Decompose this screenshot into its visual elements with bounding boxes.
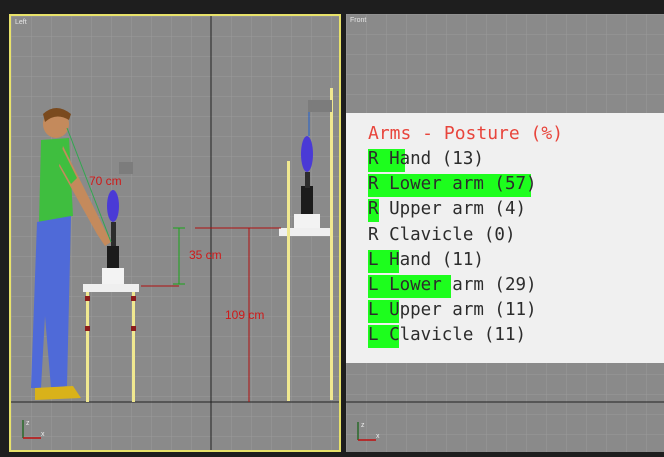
posture-label: L Hand (11) [368,249,484,270]
reach-measurement: 70 cm [89,174,122,188]
svg-text:x: x [376,433,380,440]
posture-label: R Clavicle (0) [368,224,516,245]
posture-label: L Upper arm (11) [368,300,537,321]
posture-row: L Clavicle (11) [368,324,527,349]
height-difference-measurement: 35 cm [189,248,222,262]
dimension-lines [141,227,281,402]
posture-label: R Hand (13) [368,149,484,169]
panel-title: Arms - Posture (%) [368,123,564,144]
svg-text:x: x [41,431,45,438]
svg-text:z: z [361,422,365,429]
axis-gizmo-icon: z x [22,420,45,439]
posture-label: R Lower arm (57) [368,174,537,195]
svg-text:z: z [26,420,30,427]
arms-posture-panel: Arms - Posture (%) R Hand (13) R Lower ar… [346,113,664,363]
posture-row: R Clavicle (0) [368,224,516,246]
axis-gizmo-icon: z x [357,422,380,441]
posture-row: R Hand (13) [368,148,484,172]
posture-label: L Lower arm (29) [368,275,537,295]
posture-row: L Hand (11) [368,249,484,273]
posture-label: R Upper arm (4) [368,199,527,220]
posture-row: L Lower arm (29) [368,274,537,298]
table-height-measurement: 109 cm [225,308,265,322]
posture-label: L Clavicle (11) [368,325,527,346]
posture-row: R Upper arm (4) [368,198,527,223]
posture-row: R Lower arm (57) [368,173,537,198]
posture-row: L Upper arm (11) [368,299,537,324]
left-viewport[interactable]: Left 70 cm 35 cm 109 cm z x [9,14,341,452]
viewport-label-front: Front [350,17,367,24]
